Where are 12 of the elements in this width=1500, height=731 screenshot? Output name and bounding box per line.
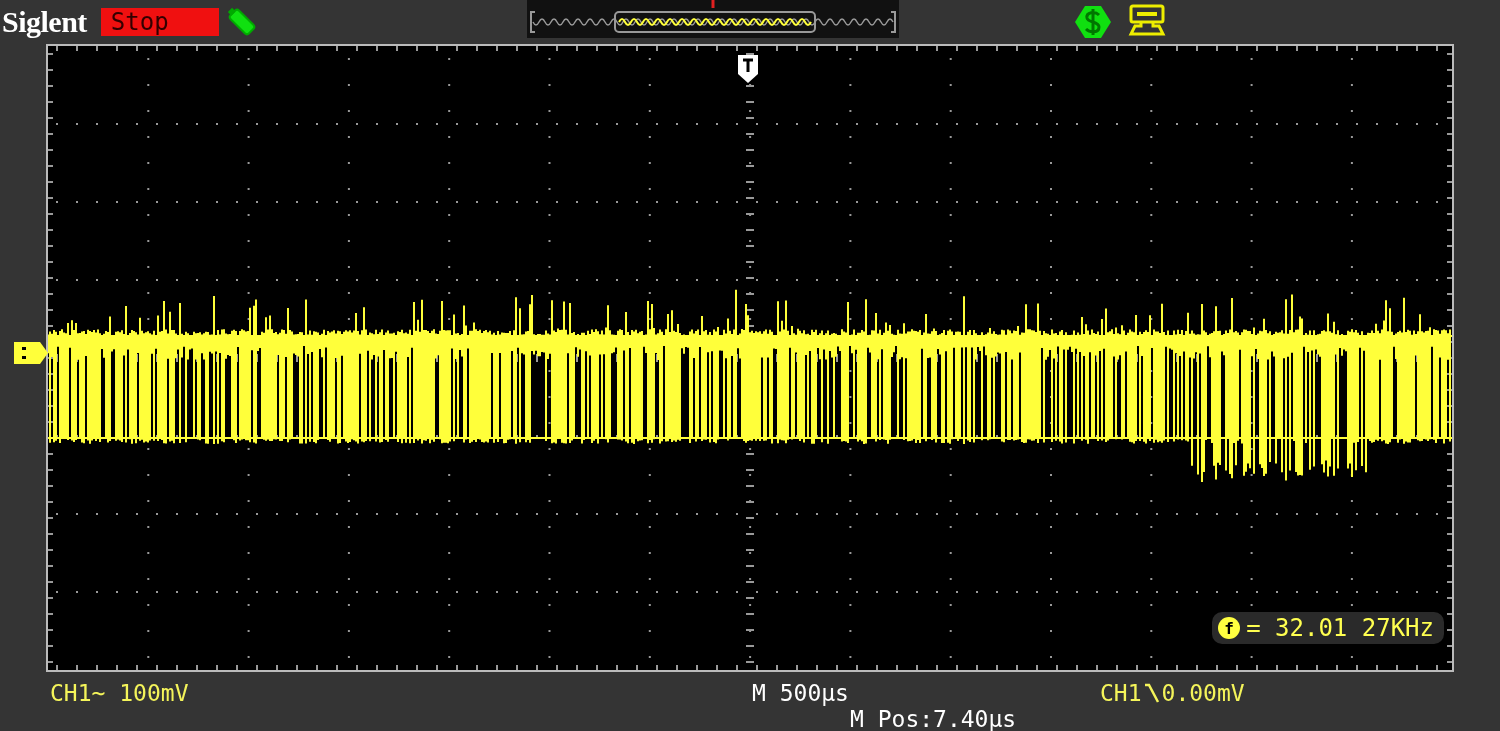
trigger-level: 0.00mV xyxy=(1161,680,1245,706)
timebase-scale: M 500µs xyxy=(752,680,849,706)
horizontal-position: M Pos:7.40µs xyxy=(850,706,1017,731)
falling-edge-icon xyxy=(1143,682,1160,704)
coin-icon xyxy=(1072,4,1113,40)
channel-scale: CH1∼ 100mV xyxy=(50,680,189,706)
brand-logo: Siglent xyxy=(2,5,87,39)
trigger-source: CH1 xyxy=(1100,680,1142,706)
run-state-indicator: Stop xyxy=(100,8,219,36)
frequency-symbol: f xyxy=(1218,617,1241,639)
trigger-position-marker xyxy=(737,54,759,84)
frequency-value: = 32.01 27KHz xyxy=(1246,614,1434,642)
